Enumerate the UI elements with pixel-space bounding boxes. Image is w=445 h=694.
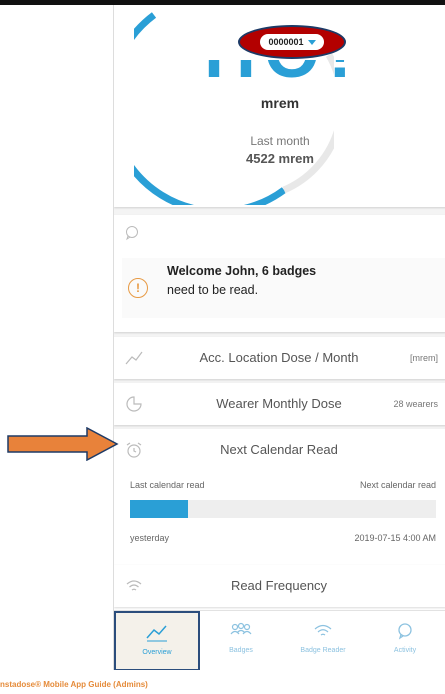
welcome-message[interactable]: ! Welcome John, 6 badges need to be read… [122, 258, 445, 318]
dose-unit: mrem [260, 95, 300, 111]
acc-location-unit: [mrem] [410, 353, 438, 363]
badge-id: 0000001 [268, 37, 304, 47]
badge-selector[interactable]: 0000001 [260, 34, 324, 50]
phone-screen: HO! 0000001 mrem Last month 4522 mrem ! … [113, 5, 445, 670]
nav-activity-label: Activity [393, 647, 417, 654]
next-calendar-title: Next Calendar Read [220, 442, 338, 457]
dose-value-partial: HO! [202, 60, 362, 78]
next-calendar-value: 2019-07-15 4:00 AM [354, 533, 436, 543]
nav-overview-label: Overview [142, 649, 172, 656]
dose-card: HO! 0000001 mrem Last month 4522 mrem [114, 5, 445, 207]
nav-badge-reader[interactable]: Badge Reader [282, 611, 364, 670]
read-frequency-row[interactable]: Read Frequency [114, 565, 445, 607]
acc-location-dose-row[interactable]: Acc. Location Dose / Month [mrem] [114, 337, 445, 379]
wearer-monthly-title: Wearer Monthly Dose [216, 396, 342, 411]
nav-badges[interactable]: Badges [200, 611, 282, 670]
orange-pointer-arrow [7, 427, 119, 461]
bottom-nav: Overview Badges Badge Reader Activity [114, 610, 445, 670]
welcome-card: ! Welcome John, 6 badges need to be read… [114, 215, 445, 332]
chat-icon [126, 226, 138, 241]
pie-chart-icon [126, 396, 142, 412]
badge-selector-highlight[interactable]: 0000001 [238, 25, 346, 59]
welcome-line-1: Welcome John, 6 badges [167, 264, 317, 278]
line-chart-icon [125, 351, 143, 365]
chevron-down-icon [307, 39, 316, 45]
nav-badge-reader-label: Badge Reader [300, 647, 346, 654]
last-calendar-label: Last calendar read [130, 480, 205, 490]
alarm-clock-icon [126, 442, 142, 458]
calendar-progress-fill [130, 500, 189, 518]
acc-location-title: Acc. Location Dose / Month [199, 350, 359, 365]
wifi-icon [126, 580, 142, 591]
overview-chart-icon [146, 625, 167, 642]
wifi-icon [314, 624, 332, 636]
warning-icon: ! [128, 278, 148, 298]
nav-badges-label: Badges [229, 647, 253, 654]
welcome-line-2: need to be read. [167, 283, 259, 297]
calendar-progress-bar [130, 500, 436, 518]
chat-bubble-icon [398, 623, 412, 640]
nav-overview[interactable]: Overview [114, 611, 200, 670]
next-calendar-label: Next calendar read [359, 480, 436, 490]
footer-caption: nstadose® Mobile App Guide (Admins) [0, 680, 148, 689]
nav-activity[interactable]: Activity [364, 611, 445, 670]
read-frequency-title: Read Frequency [230, 578, 328, 593]
people-icon [230, 622, 252, 635]
last-calendar-value: yesterday [130, 533, 170, 543]
wearer-count: 28 wearers [393, 399, 438, 409]
last-month-value: 4522 mrem [246, 151, 314, 166]
wearer-monthly-dose-row[interactable]: Wearer Monthly Dose 28 wearers [114, 383, 445, 425]
last-month-label: Last month [250, 134, 310, 148]
